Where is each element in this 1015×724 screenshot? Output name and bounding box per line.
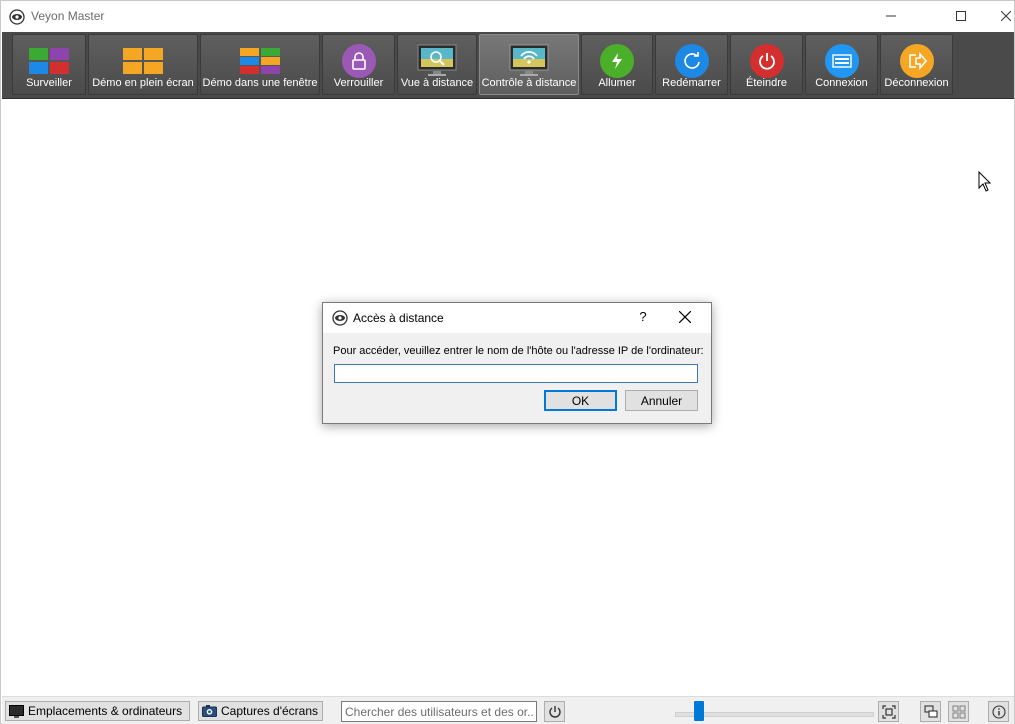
toolbar-label: Éteindre: [746, 77, 787, 89]
toolbar-label: Allumer: [598, 77, 636, 89]
status-bar: Emplacements & ordinateurs Captures d'éc…: [2, 696, 1014, 724]
info-icon: [991, 704, 1006, 719]
power-filter-button[interactable]: [544, 701, 565, 722]
reboot-icon: [674, 44, 709, 78]
dialog-help-button[interactable]: ?: [636, 309, 650, 324]
logout-icon: [899, 44, 934, 78]
search-users-computers-input[interactable]: [341, 701, 537, 722]
close-button[interactable]: [983, 1, 1015, 32]
toolbar-button-remote-view[interactable]: Vue à distance: [397, 34, 477, 95]
power-on-icon-wrap: [597, 43, 637, 79]
dialog-title-bar: Accès à distance ?: [323, 303, 711, 333]
toolbar-label: Démo en plein écran: [92, 77, 194, 89]
toolbar-button-logout[interactable]: Déconnexion: [880, 34, 953, 95]
lock-icon: [341, 44, 376, 78]
veyon-master-window: Veyon Master Surveiller Démo en plein éc…: [0, 0, 1015, 724]
window-title: Veyon Master: [31, 9, 105, 23]
maximize-icon: [956, 10, 966, 24]
demo-fullscreen-icon: [123, 43, 163, 79]
lock-icon-wrap: [339, 43, 379, 79]
remote-view-icon: [417, 43, 457, 79]
toolbar-button-reboot[interactable]: Redémarrer: [655, 34, 728, 95]
toolbar-label: Redémarrer: [662, 77, 721, 89]
dialog-title: Accès à distance: [353, 311, 444, 325]
toolbar-button-power-on[interactable]: Allumer: [581, 34, 653, 95]
zoom-slider-handle[interactable]: [694, 701, 704, 721]
title-bar: Veyon Master: [1, 1, 1014, 32]
toolbar-button-lock[interactable]: Verrouiller: [322, 34, 395, 95]
logout-icon-wrap: [897, 43, 937, 79]
toolbar-button-monitor[interactable]: Surveiller: [12, 34, 86, 95]
screenshots-label: Captures d'écrans: [221, 704, 319, 718]
main-toolbar: Surveiller Démo en plein écran Démo dans…: [2, 32, 1014, 99]
computers-icon: [923, 704, 938, 719]
auto-fit-button[interactable]: [878, 701, 899, 722]
monitor-grid-icon: [29, 43, 69, 79]
toolbar-button-remote-control[interactable]: Contrôle à distance: [479, 34, 579, 95]
reboot-icon-wrap: [672, 43, 712, 79]
remote-access-dialog: Accès à distance ? Pour accéder, veuille…: [322, 302, 712, 424]
toolbar-label: Démo dans une fenêtre: [202, 77, 318, 89]
host-address-input[interactable]: [334, 364, 698, 383]
toolbar-button-demo-window[interactable]: Démo dans une fenêtre: [200, 34, 320, 95]
ok-button[interactable]: OK: [544, 390, 617, 411]
shutdown-icon: [749, 44, 784, 78]
toolbar-label: Vue à distance: [400, 77, 474, 89]
toolbar-label: Connexion: [815, 77, 868, 89]
toolbar-button-login[interactable]: Connexion: [805, 34, 878, 95]
fit-screen-icon: [881, 704, 896, 719]
toolbar-label: Déconnexion: [884, 77, 949, 89]
minimize-button[interactable]: [868, 1, 914, 32]
screenshots-button[interactable]: Captures d'écrans: [198, 701, 323, 721]
toolbar-button-demo-fullscreen[interactable]: Démo en plein écran: [88, 34, 198, 95]
veyon-eye-icon: [9, 9, 25, 25]
veyon-eye-icon: [332, 310, 348, 329]
about-button[interactable]: [988, 701, 1009, 722]
toolbar-button-shutdown[interactable]: Éteindre: [730, 34, 803, 95]
demo-window-icon: [240, 43, 280, 79]
zoom-slider-track[interactable]: [675, 712, 874, 717]
mouse-cursor-icon: [978, 170, 992, 196]
monitor-icon: [9, 704, 24, 718]
login-icon-wrap: [822, 43, 862, 79]
close-icon: [1000, 10, 1012, 24]
dialog-prompt: Pour accéder, veuillez entrer le nom de …: [333, 345, 704, 357]
camera-icon: [202, 705, 217, 717]
dialog-close-button[interactable]: [678, 310, 692, 326]
locations-computers-label: Emplacements & ordinateurs: [28, 704, 183, 718]
toolbar-label: Surveiller: [26, 77, 72, 89]
remote-control-icon: [509, 43, 549, 79]
locations-computers-button[interactable]: Emplacements & ordinateurs: [5, 701, 190, 721]
grid-icon: [951, 704, 966, 719]
power-on-icon: [600, 44, 634, 78]
grid-layout-button[interactable]: [948, 701, 969, 722]
login-icon: [824, 44, 859, 78]
maximize-button[interactable]: [938, 1, 984, 32]
toolbar-label: Contrôle à distance: [481, 77, 577, 89]
toolbar-label: Verrouiller: [333, 77, 384, 89]
shutdown-icon-wrap: [747, 43, 787, 79]
power-icon: [548, 705, 562, 719]
minimize-icon: [886, 10, 896, 24]
cancel-button[interactable]: Annuler: [625, 390, 698, 411]
close-icon: [678, 310, 692, 324]
computer-list-button[interactable]: [920, 701, 941, 722]
